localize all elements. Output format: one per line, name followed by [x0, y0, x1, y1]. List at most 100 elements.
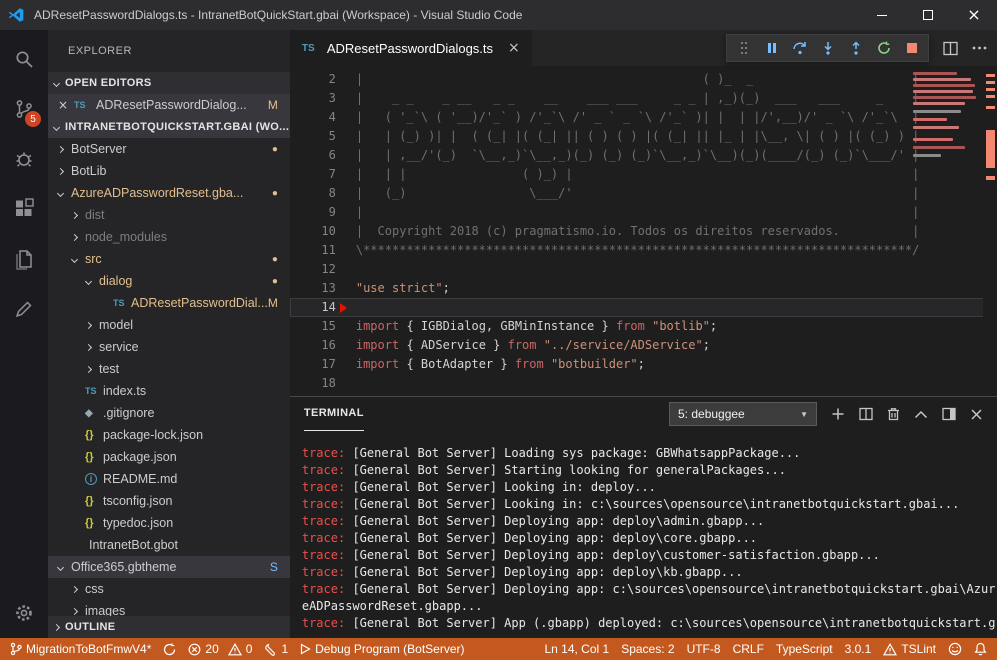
readme-icon: i: [85, 473, 97, 485]
tslint-item[interactable]: TSLint: [877, 638, 942, 660]
tree-item-label: src: [85, 252, 102, 266]
cursor-position[interactable]: Ln 14, Col 1: [538, 638, 615, 660]
settings-gear[interactable]: [0, 588, 48, 638]
tree-item[interactable]: dialog●: [48, 270, 290, 292]
tree-item[interactable]: AzureADPasswordReset.gba...●: [48, 182, 290, 204]
debug-status-item[interactable]: Debug Program (BotServer): [294, 638, 470, 660]
step-over-button[interactable]: [787, 36, 812, 60]
code-line[interactable]: 3| _ _ _ __ _ _ __ ___ ___ _ _ | ,_)(_) …: [290, 89, 997, 108]
code-line[interactable]: 11\*************************************…: [290, 241, 997, 260]
code-line[interactable]: 15import { IGBDialog, GBMinInstance } fr…: [290, 317, 997, 336]
tree-item[interactable]: IntranetBot.gbot: [48, 534, 290, 556]
tree-item[interactable]: TSADResetPasswordDial...M: [48, 292, 290, 314]
tree-item[interactable]: service: [48, 336, 290, 358]
split-editor-button[interactable]: [943, 41, 958, 56]
split-terminal-button[interactable]: [859, 407, 873, 421]
notifications-item[interactable]: [968, 638, 993, 660]
step-into-button[interactable]: [815, 36, 840, 60]
problems-item[interactable]: 20 0: [182, 638, 258, 660]
tasks-count: 1: [281, 642, 288, 656]
encoding-item[interactable]: UTF-8: [681, 638, 727, 660]
code-line[interactable]: 18: [290, 374, 997, 393]
debug-marker[interactable]: [340, 303, 347, 313]
terminal-tab[interactable]: TERMINAL: [304, 397, 364, 431]
open-editor-item[interactable]: × TS ADResetPasswordDialog... M: [48, 94, 290, 116]
close-button[interactable]: ×: [951, 0, 997, 30]
open-editors-label: OPEN EDITORS: [65, 77, 152, 89]
open-editors-header[interactable]: OPEN EDITORS: [48, 72, 290, 94]
code-line[interactable]: 7| | | ( )_) | |: [290, 165, 997, 184]
tree-item[interactable]: test: [48, 358, 290, 380]
warning-count: 0: [246, 642, 253, 656]
tasks-item[interactable]: 1: [258, 638, 294, 660]
code-line[interactable]: 13"use strict";: [290, 279, 997, 298]
close-editor-icon[interactable]: ×: [56, 98, 70, 112]
sync-button[interactable]: [157, 638, 182, 660]
tree-item[interactable]: BotServer●: [48, 138, 290, 160]
activity-files[interactable]: [0, 234, 48, 284]
code-line[interactable]: 4| ( '_`\ ( '__)/'_` ) /'_`\ /' _ ` _ `\…: [290, 108, 997, 127]
tree-item-label: tsconfig.json: [103, 494, 172, 508]
code-line[interactable]: 16import { ADService } from "../service/…: [290, 336, 997, 355]
tree-item[interactable]: src●: [48, 248, 290, 270]
minimize-button[interactable]: [859, 0, 905, 30]
outline-header[interactable]: OUTLINE: [48, 616, 290, 638]
code-line[interactable]: 9| |: [290, 203, 997, 222]
close-panel-button[interactable]: [970, 408, 983, 421]
code-line[interactable]: 12: [290, 260, 997, 279]
activity-source-control[interactable]: 5: [0, 84, 48, 134]
terminal-output[interactable]: trace: [General Bot Server] Loading sys …: [290, 431, 997, 638]
tree-item[interactable]: {}typedoc.json: [48, 512, 290, 534]
tree-item[interactable]: BotLib: [48, 160, 290, 182]
step-out-button[interactable]: [843, 36, 868, 60]
tree-item[interactable]: dist: [48, 204, 290, 226]
workspace-header[interactable]: INTRANETBOTQUICKSTART.GBAI (WO...: [48, 116, 290, 138]
tree-item[interactable]: ◆.gitignore: [48, 402, 290, 424]
indentation-item[interactable]: Spaces: 2: [615, 638, 680, 660]
code-line[interactable]: 6| | ,__/'(_) `\__,_)`\__,_)(_) (_) (_)`…: [290, 146, 997, 165]
terminal-select[interactable]: 5: debuggee ▼: [669, 402, 817, 426]
maximize-button[interactable]: [905, 0, 951, 30]
code-line[interactable]: 8| (_) \___/' |: [290, 184, 997, 203]
kill-terminal-button[interactable]: [887, 407, 900, 421]
stop-button[interactable]: [899, 36, 924, 60]
tab-adresetpassworddialogs[interactable]: TS ADResetPasswordDialogs.ts ×: [290, 30, 532, 66]
tree-item[interactable]: {}package.json: [48, 446, 290, 468]
tree-item[interactable]: model: [48, 314, 290, 336]
ts-version-item[interactable]: 3.0.1: [839, 638, 878, 660]
tree-item[interactable]: node_modules: [48, 226, 290, 248]
maximize-panel-button[interactable]: [914, 410, 928, 419]
feedback-item[interactable]: [942, 638, 968, 660]
editor-actions-more[interactable]: [972, 46, 987, 50]
overview-ruler[interactable]: [983, 66, 997, 396]
toolbar-drag-handle[interactable]: [731, 36, 756, 60]
tree-item[interactable]: css: [48, 578, 290, 600]
code-line[interactable]: 10| Copyright 2018 (c) pragmatismo.io. T…: [290, 222, 997, 241]
activity-edit[interactable]: [0, 284, 48, 334]
tree-item[interactable]: Office365.gbthemeS: [48, 556, 290, 578]
activity-debug[interactable]: [0, 134, 48, 184]
activity-extensions[interactable]: [0, 184, 48, 234]
tree-item[interactable]: images: [48, 600, 290, 616]
code-line[interactable]: 5| | (_) )| | ( (_| |( (_| || ( ) ( ) |(…: [290, 127, 997, 146]
minimap[interactable]: [909, 66, 983, 226]
code-line[interactable]: 17import { BotAdapter } from "botbuilder…: [290, 355, 997, 374]
vscode-logo-icon: [0, 6, 32, 24]
panel-layout-button[interactable]: [942, 407, 956, 421]
activity-search[interactable]: [0, 34, 48, 84]
eol-item[interactable]: CRLF: [727, 638, 770, 660]
tree-item[interactable]: {}tsconfig.json: [48, 490, 290, 512]
language-mode-item[interactable]: TypeScript: [770, 638, 839, 660]
restart-button[interactable]: [871, 36, 896, 60]
code-line[interactable]: 2| ( )_ _ |: [290, 70, 997, 89]
code-editor[interactable]: 2| ( )_ _ |3| _ _ _ __ _ _ __ ___ ___ _ …: [290, 66, 997, 396]
tree-item[interactable]: {}package-lock.json: [48, 424, 290, 446]
typescript-icon: TS: [302, 43, 320, 54]
new-terminal-button[interactable]: [831, 407, 845, 421]
git-branch-item[interactable]: MigrationToBotFmwV4*: [4, 638, 157, 660]
tree-item[interactable]: iREADME.md: [48, 468, 290, 490]
code-line[interactable]: 14: [290, 298, 997, 317]
tree-item[interactable]: TSindex.ts: [48, 380, 290, 402]
pause-button[interactable]: [759, 36, 784, 60]
close-tab-icon[interactable]: ×: [508, 40, 520, 56]
